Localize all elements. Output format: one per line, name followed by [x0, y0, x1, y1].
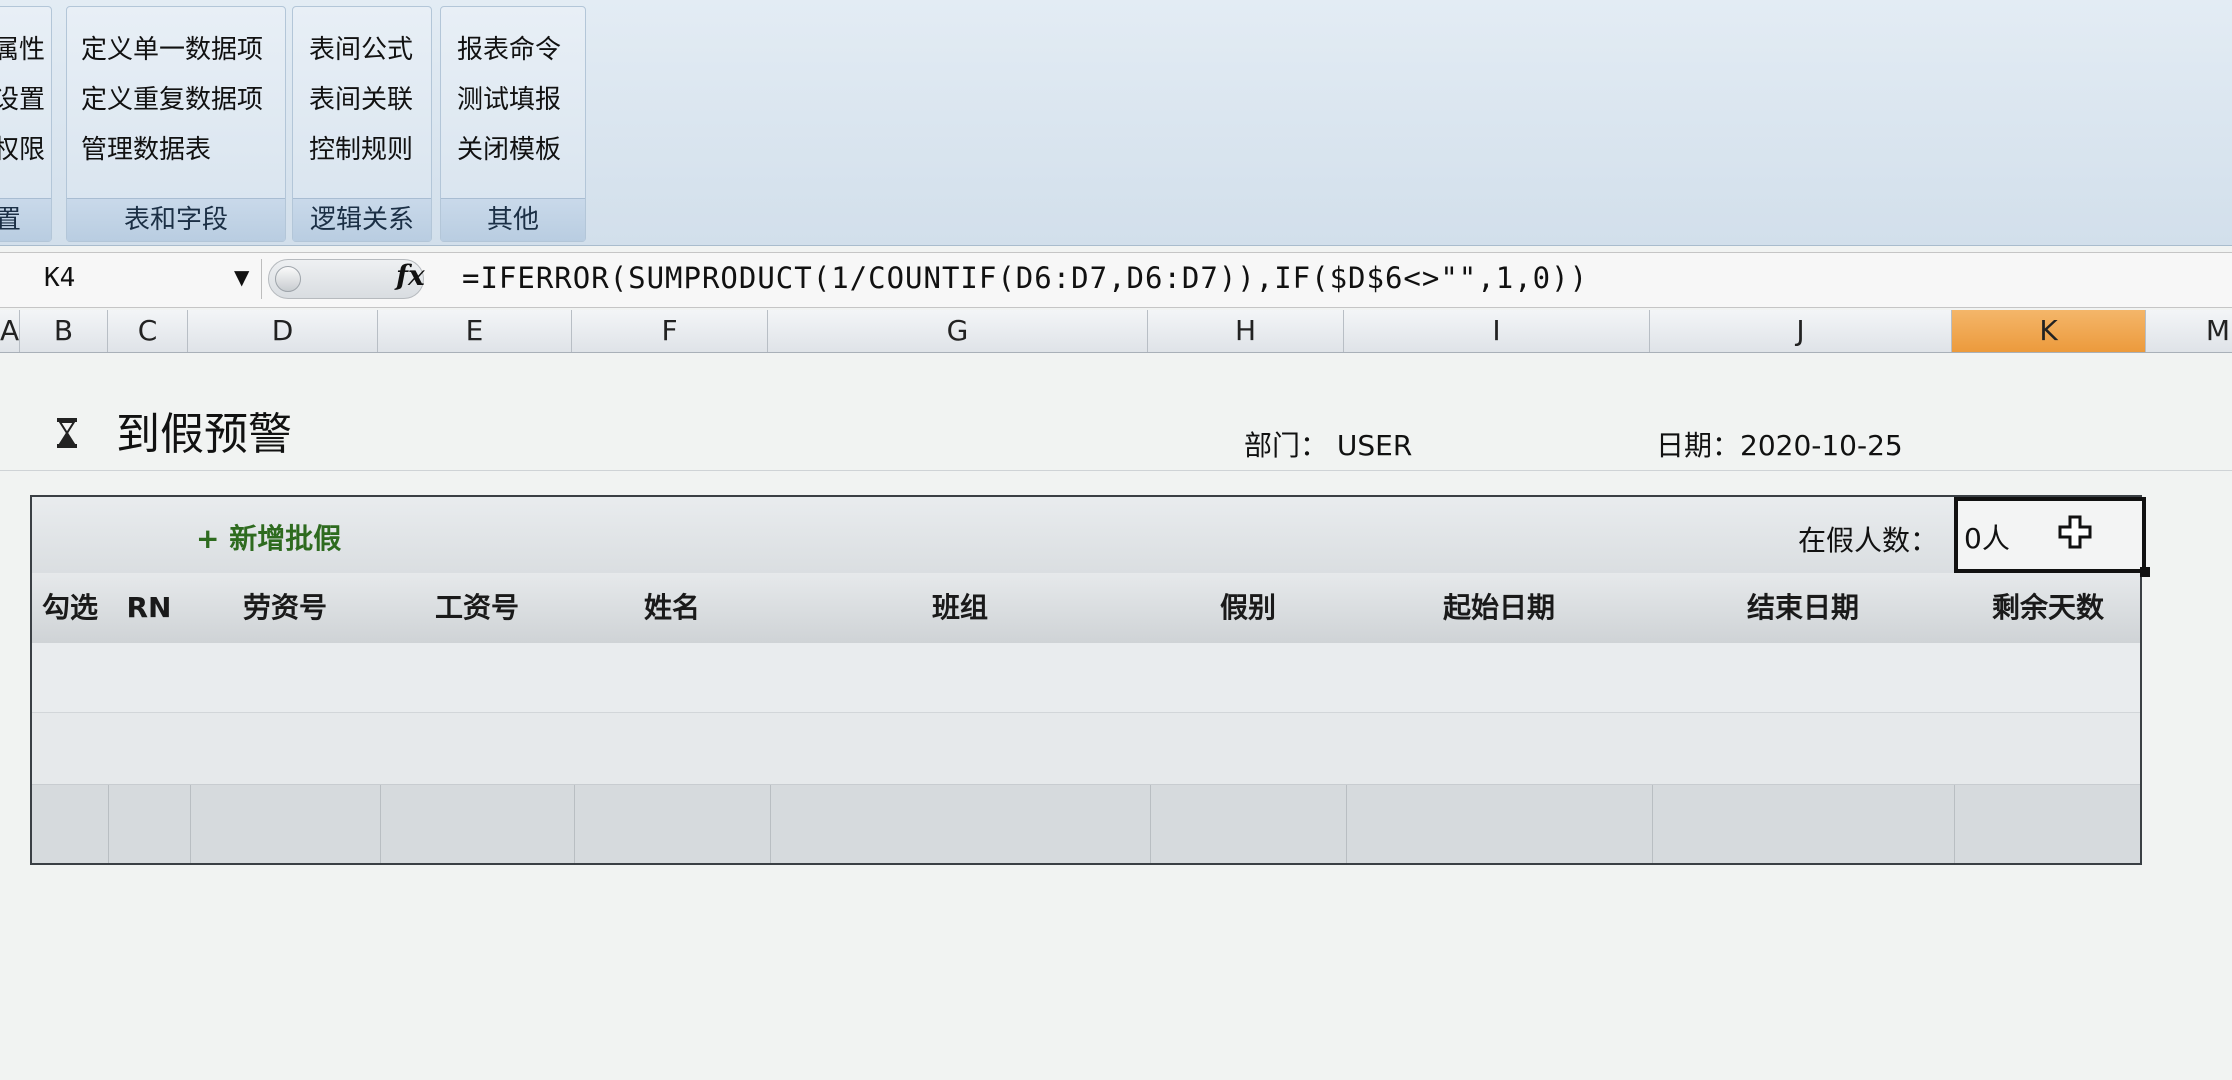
grid-line [1652, 785, 1653, 863]
ribbon-group-label: 置 [0, 198, 51, 241]
column-header-c[interactable]: C [108, 310, 188, 352]
ribbon-item-define-single[interactable]: 定义单一数据项 [81, 29, 263, 66]
ribbon-item-control-rules[interactable]: 控制规则 [309, 129, 413, 166]
ribbon-group-label: 逻辑关系 [293, 198, 431, 241]
ribbon-item-report-command[interactable]: 报表命令 [457, 29, 561, 66]
column-header-j[interactable]: J [1650, 310, 1952, 352]
column-header-row: A B C D E F G H I J K M [0, 310, 2232, 353]
column-header-i[interactable]: I [1344, 310, 1650, 352]
column-header-d[interactable]: D [188, 310, 378, 352]
grid-line [108, 785, 109, 863]
header-team: 班组 [931, 591, 988, 624]
table-row[interactable] [32, 785, 2140, 863]
circle-knob-icon [275, 266, 301, 292]
formula-bar: K4 ▼ fx =IFERROR(SUMPRODUCT(1/COUNTIF(D6… [0, 252, 2232, 308]
ribbon: 属性 设置 权限 置 定义单一数据项 定义重复数据项 管理数据表 表和字段 表间… [0, 0, 2232, 246]
ribbon-group-settings: 属性 设置 权限 置 [0, 6, 52, 242]
grid-line [770, 785, 771, 863]
on-leave-count-label: 在假人数： [1798, 524, 1939, 557]
ribbon-group-logic: 表间公式 表间关联 控制规则 逻辑关系 [292, 6, 432, 242]
header-name: 姓名 [643, 591, 700, 624]
column-header-g[interactable]: G [768, 310, 1148, 352]
column-header-h[interactable]: H [1148, 310, 1344, 352]
ribbon-item-table-link[interactable]: 表间关联 [309, 79, 413, 116]
grid-line [190, 785, 191, 863]
column-header-e[interactable]: E [378, 310, 572, 352]
leave-table-panel: + 新增批假 在假人数： 0人 勾选 RN 劳资号 工资号 姓名 班组 假别 起… [30, 495, 2150, 865]
ribbon-item-table-formula[interactable]: 表间公式 [309, 29, 413, 66]
chevron-down-icon[interactable]: ▼ [234, 265, 249, 289]
insert-function-icon[interactable]: fx [396, 259, 425, 292]
header-rn: RN [126, 591, 172, 624]
ribbon-item-manage-tables[interactable]: 管理数据表 [81, 129, 211, 166]
ribbon-group-other: 报表命令 测试填报 关闭模板 其他 [440, 6, 586, 242]
header-start-date: 起始日期 [1442, 591, 1555, 624]
grid-line [574, 785, 575, 863]
ribbon-group-label: 其他 [441, 198, 585, 241]
department-label: 部门： USER [1244, 429, 1413, 462]
ribbon-item-test-fill[interactable]: 测试填报 [457, 79, 561, 116]
column-header-a[interactable]: A [0, 310, 20, 352]
header-end-date: 结束日期 [1746, 591, 1859, 624]
add-leave-button[interactable]: + 新增批假 [196, 517, 341, 557]
column-header-f[interactable]: F [572, 310, 768, 352]
ribbon-group-tables-fields: 定义单一数据项 定义重复数据项 管理数据表 表和字段 [66, 6, 286, 242]
grid-line [1346, 785, 1347, 863]
name-box-value: K4 [44, 263, 76, 293]
ribbon-item-settings[interactable]: 设置 [0, 79, 45, 116]
grid-line [1150, 785, 1151, 863]
table-row[interactable] [32, 643, 2140, 713]
ribbon-item-permissions[interactable]: 权限 [0, 129, 45, 166]
on-leave-count-value: 0人 [1964, 522, 2010, 555]
header-remaining-days: 剩余天数 [1991, 591, 2104, 624]
column-header-k[interactable]: K [1952, 310, 2146, 352]
ribbon-item-close-template[interactable]: 关闭模板 [457, 129, 561, 166]
formula-input[interactable]: =IFERROR(SUMPRODUCT(1/COUNTIF(D6:D7,D6:D… [462, 261, 1588, 295]
ribbon-group-label: 表和字段 [67, 198, 285, 241]
name-box[interactable]: K4 ▼ [0, 259, 262, 299]
page-title: 到假预警 [116, 409, 292, 460]
table-header-row: 勾选 RN 劳资号 工资号 姓名 班组 假别 起始日期 结束日期 剩余天数 [32, 573, 2140, 643]
header-labor-id: 劳资号 [242, 591, 327, 624]
hourglass-icon [57, 418, 77, 448]
cross-cursor-icon [2058, 515, 2092, 549]
grid-line [1954, 785, 1955, 863]
header-leave-type: 假别 [1219, 591, 1276, 624]
date-label: 日期：2020-10-25 [1656, 429, 1903, 462]
ribbon-item-define-repeat[interactable]: 定义重复数据项 [81, 79, 263, 116]
divider [0, 470, 2232, 471]
column-header-b[interactable]: B [20, 310, 108, 352]
header-payroll-id: 工资号 [434, 591, 519, 624]
column-header-m[interactable]: M [2146, 310, 2232, 352]
table-row[interactable] [32, 713, 2140, 785]
grid-line [380, 785, 381, 863]
panel-toolbar: + 新增批假 在假人数： 0人 [32, 497, 2150, 577]
header-select: 勾选 [41, 591, 98, 624]
selected-cell-k4[interactable]: 0人 [1954, 497, 2150, 577]
ribbon-item-properties[interactable]: 属性 [0, 29, 45, 66]
